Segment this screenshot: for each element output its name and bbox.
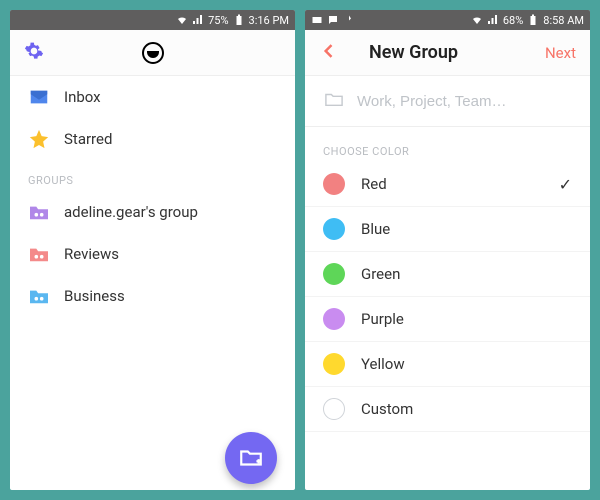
color-swatch: [323, 353, 345, 375]
group-item[interactable]: Business: [10, 275, 295, 317]
color-swatch: [323, 263, 345, 285]
nav-starred[interactable]: Starred: [10, 118, 295, 160]
inbox-icon: [28, 86, 50, 108]
app-logo-icon: [142, 42, 164, 64]
battery-icon: [527, 14, 539, 26]
group-label: Reviews: [64, 245, 119, 263]
checkmark-icon: ✓: [559, 175, 572, 194]
color-swatch: [323, 308, 345, 330]
clock: 3:16 PM: [249, 14, 289, 27]
group-folder-icon: [28, 243, 50, 265]
nav-starred-label: Starred: [64, 130, 112, 148]
statusbar-right: 68% 8:58 AM: [305, 10, 590, 30]
group-label: Business: [64, 287, 125, 305]
folder-outline-icon: [323, 90, 345, 112]
nav-inbox[interactable]: Inbox: [10, 76, 295, 118]
color-list: Red ✓ Blue Green Purple Yellow Custom: [305, 162, 590, 432]
group-folder-icon: [28, 201, 50, 223]
wifi-icon: [471, 14, 483, 26]
color-option[interactable]: Yellow: [305, 342, 590, 387]
color-label: Blue: [361, 220, 390, 238]
color-label: Custom: [361, 400, 413, 418]
signal-icon: [487, 14, 499, 26]
page-title: New Group: [369, 42, 458, 63]
appbar-right: New Group Next: [305, 30, 590, 76]
color-option[interactable]: Red ✓: [305, 162, 590, 207]
nav-inbox-label: Inbox: [64, 88, 101, 106]
group-folder-icon: [28, 285, 50, 307]
group-name-input[interactable]: [357, 93, 572, 110]
add-group-fab[interactable]: [225, 432, 277, 484]
choose-color-heading: CHOOSE COLOR: [305, 127, 590, 162]
group-label: adeline.gear's group: [64, 203, 198, 221]
color-option[interactable]: Purple: [305, 297, 590, 342]
color-option[interactable]: Green: [305, 252, 590, 297]
group-item[interactable]: adeline.gear's group: [10, 191, 295, 233]
color-label: Green: [361, 265, 400, 283]
color-label: Yellow: [361, 355, 405, 373]
color-swatch: [323, 398, 345, 420]
folder-plus-icon: [238, 445, 264, 471]
chat-icon: [327, 14, 339, 26]
battery-level: 68%: [503, 14, 523, 27]
mail-icon: [311, 14, 323, 26]
color-option[interactable]: Custom: [305, 387, 590, 432]
statusbar-left: 75% 3:16 PM: [10, 10, 295, 30]
phone-left: 75% 3:16 PM Inbox Starred GROUPS: [10, 10, 295, 490]
group-item[interactable]: Reviews: [10, 233, 295, 275]
chevron-left-icon: [319, 41, 339, 61]
battery-icon: [233, 14, 245, 26]
star-icon: [28, 128, 50, 150]
gear-icon: [24, 41, 44, 61]
next-button[interactable]: Next: [545, 44, 576, 62]
wifi-icon: [176, 14, 188, 26]
phone-right: 68% 8:58 AM New Group Next CHOOSE COLOR …: [305, 10, 590, 490]
color-label: Purple: [361, 310, 404, 328]
color-option[interactable]: Blue: [305, 207, 590, 252]
signal-icon: [192, 14, 204, 26]
groups-heading: GROUPS: [10, 160, 295, 191]
color-label: Red: [361, 175, 387, 193]
sidebar-list: Inbox Starred GROUPS adeline.gear's grou…: [10, 76, 295, 490]
download-icon: [343, 14, 355, 26]
back-button[interactable]: [319, 41, 339, 65]
settings-button[interactable]: [24, 41, 44, 65]
appbar-left: [10, 30, 295, 76]
clock: 8:58 AM: [543, 14, 584, 27]
group-name-row: [305, 76, 590, 127]
color-swatch: [323, 173, 345, 195]
color-swatch: [323, 218, 345, 240]
battery-level: 75%: [208, 14, 228, 27]
